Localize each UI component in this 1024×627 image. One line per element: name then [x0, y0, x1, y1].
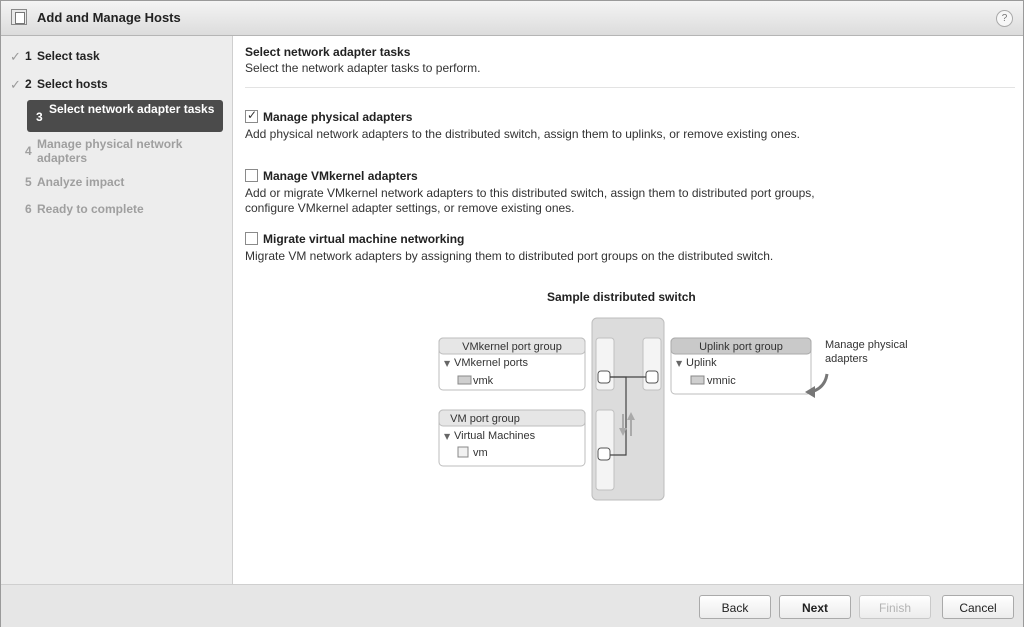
vm-label: vm	[473, 447, 488, 459]
step-manage-physical-network-adapters: 4 Manage physical network adapters	[1, 137, 232, 167]
step-label: Select network adapter tasks	[49, 102, 215, 116]
wizard-window: Add and Manage Hosts ? ✓ 1 Select task ✓…	[0, 0, 1024, 627]
step-select-network-adapter-tasks[interactable]: 3 Select network adapter tasks	[27, 100, 223, 132]
callout-line-1: Manage physical	[825, 339, 908, 351]
option-description: Add physical network adapters to the dis…	[245, 127, 800, 141]
step-select-hosts[interactable]: ✓ 2 Select hosts	[1, 77, 232, 93]
finish-button: Finish	[859, 595, 931, 619]
hosts-icon	[11, 9, 27, 25]
option-description: Add or migrate VMkernel network adapters…	[245, 186, 815, 215]
port-vmkernel	[597, 370, 611, 384]
step-analyze-impact: 5 Analyze impact	[1, 175, 232, 191]
vm-group-title: VM port group	[450, 413, 520, 425]
physical-nic-icon	[690, 375, 705, 385]
triangle-down-icon: ▼	[444, 432, 451, 441]
vmk-label: vmk	[473, 375, 494, 387]
step-label: Analyze impact	[37, 175, 125, 189]
step-number: 3	[36, 110, 43, 124]
back-button[interactable]: Back	[699, 595, 771, 619]
virtual-machines-label: Virtual Machines	[454, 430, 536, 442]
option-label[interactable]: Manage physical adapters	[263, 110, 412, 124]
vmkernel-ports-label: VMkernel ports	[454, 357, 528, 369]
diagram-title: Sample distributed switch	[547, 290, 696, 304]
triangle-down-icon: ▼	[444, 359, 451, 368]
step-label: Ready to complete	[37, 202, 144, 216]
step-number: 6	[25, 202, 32, 216]
step-select-task[interactable]: ✓ 1 Select task	[1, 49, 232, 65]
uplink-group-title: Uplink port group	[699, 341, 783, 353]
vm-icon	[457, 446, 469, 458]
step-label: Select hosts	[37, 77, 108, 91]
port-uplink	[645, 370, 659, 384]
step-number: 1	[25, 49, 32, 63]
callout-line-2: adapters	[825, 353, 868, 365]
window-title: Add and Manage Hosts	[37, 10, 181, 25]
port-vm	[597, 447, 611, 461]
option-label[interactable]: Manage VMkernel adapters	[263, 169, 418, 183]
check-icon: ✓	[10, 77, 21, 92]
check-icon: ✓	[10, 49, 21, 64]
option-label[interactable]: Migrate virtual machine networking	[263, 232, 464, 246]
manage-physical-adapters-checkbox[interactable]	[245, 108, 258, 123]
step-label: Manage physical network adapters	[37, 137, 183, 165]
wizard-footer: Back Next Finish Cancel	[1, 584, 1023, 627]
page-title: Select network adapter tasks	[245, 45, 411, 59]
wizard-steps-nav: ✓ 1 Select task ✓ 2 Select hosts 3 Selec…	[1, 36, 233, 584]
vmkernel-nic-icon	[457, 375, 472, 385]
step-ready-to-complete: 6 Ready to complete	[1, 202, 232, 218]
uplink-label: Uplink	[686, 357, 717, 369]
manage-vmkernel-adapters-checkbox[interactable]	[245, 169, 258, 182]
divider	[245, 87, 1015, 88]
page-subtitle: Select the network adapter tasks to perf…	[245, 61, 481, 75]
vmnic-label: vmnic	[707, 375, 736, 387]
step-number: 5	[25, 175, 32, 189]
triangle-down-icon: ▼	[676, 359, 683, 368]
step-label: Select task	[37, 49, 100, 63]
help-icon[interactable]: ?	[996, 10, 1013, 27]
title-bar: Add and Manage Hosts ?	[1, 1, 1023, 36]
step-number: 2	[25, 77, 32, 91]
option-description: Migrate VM network adapters by assigning…	[245, 249, 774, 263]
distributed-switch-diagram: VMkernel port group ▼ VMkernel ports vmk…	[438, 317, 908, 501]
step-number: 4	[25, 144, 32, 158]
next-button[interactable]: Next	[779, 595, 851, 619]
migrate-vm-networking-checkbox[interactable]	[245, 232, 258, 245]
cancel-button[interactable]: Cancel	[942, 595, 1014, 619]
vmkernel-group-title: VMkernel port group	[462, 341, 562, 353]
